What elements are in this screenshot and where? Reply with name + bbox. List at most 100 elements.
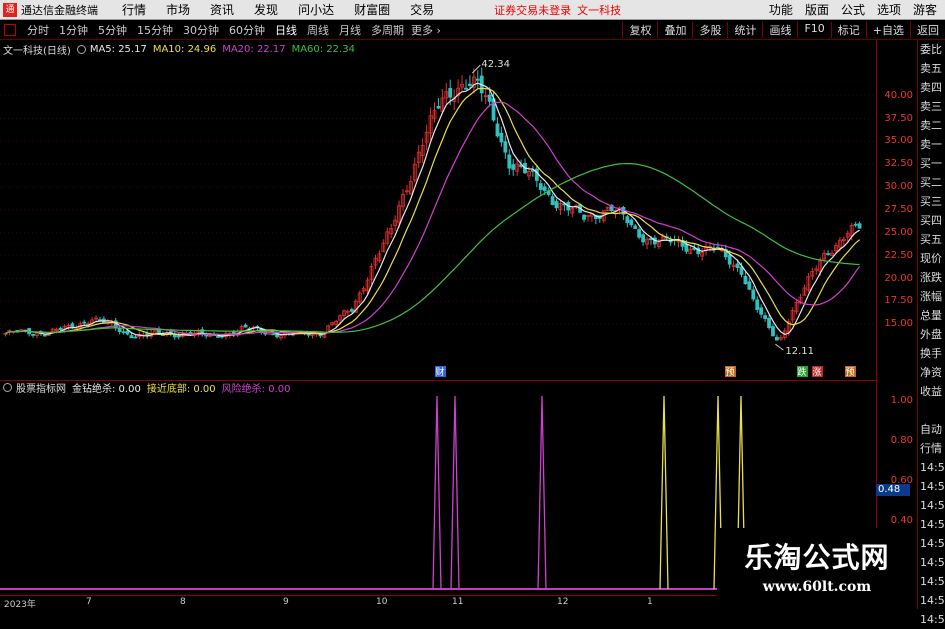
menu-formula[interactable]: 公式 [841, 1, 865, 18]
candle-body [243, 324, 248, 328]
panel-row: 14:50 [920, 556, 945, 569]
candle-body [176, 335, 181, 338]
period-intraday[interactable]: 分时 [27, 22, 49, 38]
candle-body [58, 327, 63, 330]
candle-body [582, 214, 586, 220]
login-warning[interactable]: 证券交易未登录 [494, 2, 571, 18]
menu-layout[interactable]: 版面 [805, 1, 829, 18]
period-15min[interactable]: 15分钟 [137, 22, 173, 38]
time-tick: 7 [86, 597, 92, 607]
period-30min[interactable]: 30分钟 [183, 22, 219, 38]
kline-chart[interactable]: 42.34 12.11 财 预 跌涨 预 [0, 40, 877, 380]
menu-options[interactable]: 选项 [877, 1, 901, 18]
candle-body [475, 78, 480, 81]
candle-body [117, 328, 122, 332]
candle-body [641, 234, 645, 243]
ma5-label: MA5: 25.17 [89, 43, 147, 55]
ma60-label: MA60: 22.34 [291, 43, 355, 55]
period-multi[interactable]: 多周期 [371, 22, 404, 38]
candle-body [755, 299, 760, 310]
event-marker-text: 跌 [798, 367, 807, 378]
period-more[interactable]: 更多 › [411, 22, 441, 38]
menu-trade[interactable]: 交易 [410, 1, 434, 18]
period-weekly[interactable]: 周线 [307, 22, 329, 38]
menu-news[interactable]: 资讯 [210, 1, 234, 18]
price-tick: 25.00 [884, 226, 913, 238]
indicator-settings-icon[interactable] [3, 382, 12, 392]
menu-guest[interactable]: 游客 [913, 1, 937, 18]
period-5min[interactable]: 5分钟 [98, 22, 127, 38]
price-tick: 15.00 [884, 318, 913, 330]
panel-row: 委比 [920, 43, 942, 56]
menu-ask[interactable]: 问小达 [298, 1, 334, 18]
quote-side-panel: 委比 卖五 卖四 卖三 卖二 卖一 买一 买二 买三 买四 买五 现价 涨跌 涨幅 总量 外盘 换手 净资 收益 自动… [917, 40, 945, 626]
menu-discover[interactable]: 发现 [254, 1, 278, 18]
menu-market-quotes[interactable]: 行情 [122, 1, 146, 18]
tool-mark[interactable]: 标记 [830, 21, 866, 38]
watermark-url: www.60lt.com [762, 579, 872, 595]
period-1min[interactable]: 1分钟 [59, 22, 88, 38]
time-tick: 11 [452, 597, 464, 607]
candle-body [684, 243, 689, 252]
menu-market[interactable]: 市场 [166, 1, 190, 18]
panel-row: 14:50 [920, 518, 945, 531]
indicator-legend: 股票指标网 金钻绝杀: 0.00 接近底部: 0.00 风险绝杀: 0.00 [0, 380, 290, 395]
panel-row: 现价 [920, 252, 942, 265]
settings-circle-icon[interactable] [76, 44, 86, 54]
candle-body [507, 154, 512, 169]
candle-body [727, 254, 732, 265]
panel-row: 14:50 [920, 537, 945, 550]
indicator-value-box: 0.48 [876, 484, 910, 496]
candle-body [125, 330, 130, 335]
candle-body [464, 87, 468, 90]
indicator-gold-kill: 金钻绝杀: 0.00 [72, 383, 141, 395]
price-axis: 40.00 37.50 35.00 32.50 30.00 27.50 25.00 22.50… [877, 40, 917, 595]
period-60min[interactable]: 60分钟 [229, 22, 265, 38]
candle-body [436, 106, 441, 109]
candle-body [172, 334, 177, 338]
candle-body [448, 88, 453, 98]
tool-overlay[interactable]: 叠加 [657, 21, 692, 38]
menu-wealth[interactable]: 财富圈 [354, 1, 390, 18]
candle-body [216, 335, 220, 338]
candle-body [121, 331, 126, 334]
ma20-label: MA20: 22.17 [222, 43, 286, 55]
price-tick: 35.00 [884, 135, 913, 147]
price-tick: 30.00 [884, 181, 913, 193]
tool-back[interactable]: 返回 [910, 21, 945, 38]
period-monthly[interactable]: 月线 [339, 22, 361, 38]
event-marker-text: 财 [436, 366, 445, 378]
indicator-name: 股票指标网 [16, 383, 66, 395]
price-tick: 40.00 [884, 89, 913, 101]
event-marker-text: 预 [846, 367, 855, 378]
event-marker-text: 预 [726, 367, 735, 378]
period-daily[interactable]: 日线 [275, 22, 297, 38]
indicator-tick: 0.80 [890, 435, 913, 446]
time-tick: 10 [376, 597, 388, 607]
tool-add-watchlist[interactable]: +自选 [865, 21, 910, 38]
time-tick: 12 [557, 597, 569, 607]
tool-stats[interactable]: 统计 [727, 21, 762, 38]
candle-body [538, 183, 543, 190]
panel-row: 外盘 [920, 328, 942, 341]
price-tick: 27.50 [884, 204, 913, 215]
panel-row: 14:50 [920, 499, 945, 512]
candle-body [747, 281, 752, 290]
window-toggle-icon[interactable] [4, 23, 16, 36]
watermark: 乐淘公式网 www.60lt.com [717, 528, 917, 603]
time-tick: 9 [283, 597, 289, 607]
tool-adjust[interactable]: 复权 [622, 21, 657, 38]
candle-body [542, 186, 547, 191]
panel-row: 买二 [920, 176, 942, 189]
tool-f10[interactable]: F10 [797, 21, 830, 38]
app-logo-icon: 通 [3, 2, 17, 17]
candle-body [503, 141, 508, 153]
candle-body [133, 336, 138, 339]
candle-body [629, 219, 634, 226]
menu-function[interactable]: 功能 [769, 1, 793, 18]
tool-multi-stock[interactable]: 多股 [692, 21, 727, 38]
price-tick: 37.50 [884, 112, 913, 124]
panel-row: 买四 [920, 214, 942, 227]
tool-draw[interactable]: 画线 [762, 21, 797, 38]
indicator-tick: 0.40 [890, 515, 913, 526]
